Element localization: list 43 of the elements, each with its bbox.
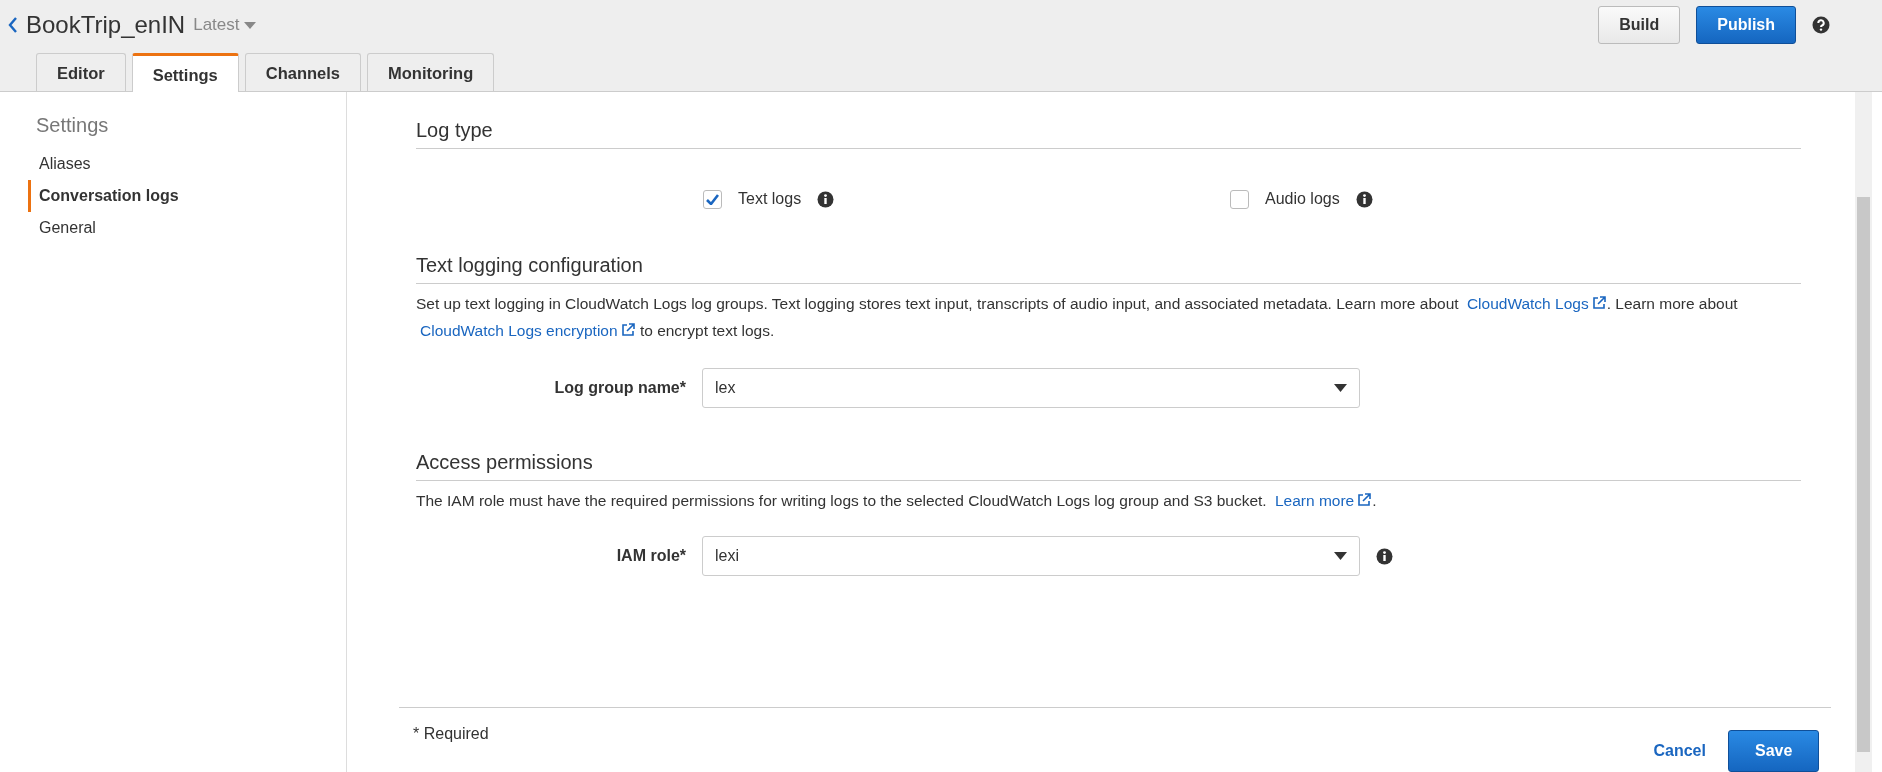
external-link[interactable]: CloudWatch Logs encryption bbox=[420, 322, 636, 339]
sidebar-item[interactable]: Aliases bbox=[28, 148, 346, 180]
caret-icon bbox=[1334, 552, 1347, 560]
back-link[interactable]: BookTrip_enIN bbox=[8, 7, 186, 43]
sidebar-item[interactable]: Conversation logs bbox=[28, 180, 346, 212]
scrollbar[interactable] bbox=[1855, 92, 1872, 772]
tab[interactable]: Settings bbox=[131, 53, 239, 92]
select-field[interactable]: lex bbox=[702, 368, 1360, 408]
checkbox[interactable] bbox=[703, 189, 722, 209]
back-chevron-icon bbox=[8, 16, 18, 34]
section-heading: Text logging configuration bbox=[416, 253, 1802, 284]
caret-icon bbox=[243, 21, 256, 29]
description-text: The IAM role must have the required permissions for writing logs to the selected CloudWatch Logs log group and S3 bucket. Learn more . bbox=[416, 491, 1378, 511]
publish-button[interactable]: Publish bbox=[1696, 6, 1796, 44]
save-button[interactable]: Save bbox=[1727, 730, 1820, 772]
info-icon bbox=[1376, 547, 1393, 565]
tab[interactable]: Editor bbox=[36, 53, 126, 91]
field-label: IAM role* bbox=[615, 546, 686, 566]
caret-icon bbox=[1334, 384, 1347, 392]
tab[interactable]: Channels bbox=[244, 53, 362, 91]
required-note: * Required bbox=[413, 724, 489, 744]
section-heading: Access permissions bbox=[416, 450, 1802, 481]
tab[interactable]: Monitoring bbox=[367, 53, 495, 91]
info-icon bbox=[817, 190, 835, 208]
section-heading: Log type bbox=[416, 118, 1802, 149]
build-button[interactable]: Build bbox=[1598, 6, 1681, 44]
sidebar-title: Settings bbox=[36, 113, 110, 138]
field-label: Log group name* bbox=[553, 378, 686, 398]
sidebar-item[interactable]: General bbox=[28, 212, 346, 244]
checkbox-label: Text logs bbox=[738, 189, 802, 209]
checkmark-icon bbox=[706, 193, 719, 205]
help-icon[interactable] bbox=[1812, 16, 1830, 34]
external-link[interactable]: Learn more bbox=[1274, 492, 1373, 509]
description-text: Set up text logging in CloudWatch Logs log groups. Text logging stores text input, transcripts of audio input, and associated metadata. Learn more about CloudWatch Logs . Learn more about CloudWatch Logs encryption to encrypt text logs. bbox=[416, 294, 1739, 341]
external-link[interactable]: CloudWatch Logs bbox=[1466, 295, 1607, 312]
info-icon bbox=[1355, 190, 1373, 208]
external-link-icon bbox=[619, 322, 636, 338]
checkbox[interactable] bbox=[1230, 189, 1249, 209]
cancel-button[interactable]: Cancel bbox=[1647, 738, 1712, 764]
external-link-icon bbox=[1590, 295, 1607, 311]
external-link-icon bbox=[1356, 492, 1373, 508]
checkbox-label: Audio logs bbox=[1265, 189, 1340, 209]
select-field[interactable]: lexi bbox=[702, 536, 1360, 576]
